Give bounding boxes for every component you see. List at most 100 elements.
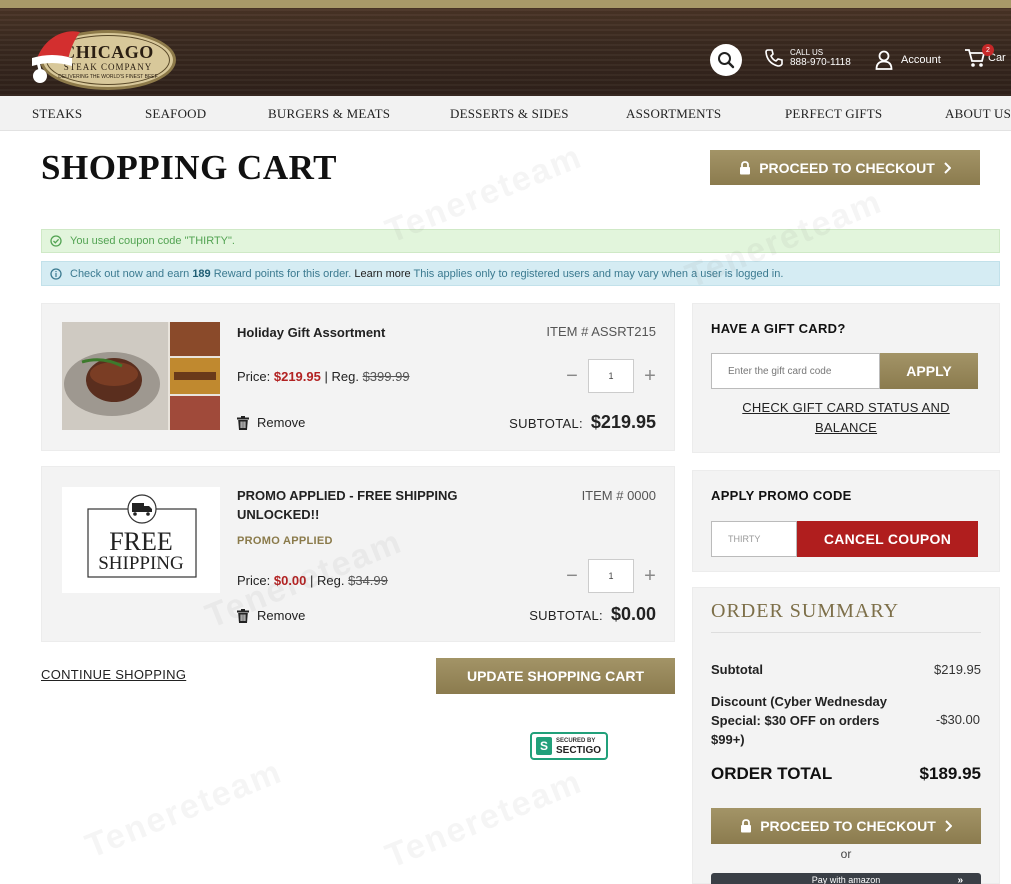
amazon-pay-button[interactable]: Pay with amazon » [711, 873, 981, 884]
gift-card-heading: HAVE A GIFT CARD? [711, 321, 846, 336]
quantity-stepper: − 1 + [566, 359, 656, 393]
amazon-pay-label: Pay with amazon [811, 875, 881, 884]
summary-subtotal-row: Subtotal $219.95 [711, 662, 981, 677]
promo-applied-badge: PROMO APPLIED [237, 535, 333, 547]
sectigo-label: SECTIGO [556, 745, 602, 756]
summary-subtotal-value: $219.95 [934, 662, 981, 677]
promo-code-input[interactable]: THIRTY [711, 521, 797, 557]
product-image[interactable] [62, 322, 220, 430]
cart-link[interactable]: 2 Car [964, 44, 1006, 68]
product-name[interactable]: PROMO APPLIED - FREE SHIPPING UNLOCKED!! [237, 486, 497, 524]
coupon-success-alert: You used coupon code "THIRTY". [41, 229, 1000, 253]
item-subtotal: SUBTOTAL: $219.95 [509, 412, 656, 433]
search-button[interactable] [710, 44, 742, 76]
free-shipping-line2: SHIPPING [98, 553, 184, 574]
remove-label: Remove [257, 608, 306, 623]
nav-item-steaks[interactable]: STEAKS [32, 106, 82, 122]
watermark: Tenereteam [80, 752, 288, 866]
nav-item-seafood[interactable]: SEAFOOD [145, 106, 206, 122]
item-subtotal: SUBTOTAL: $0.00 [529, 604, 656, 625]
chevron-right-icon [944, 161, 951, 174]
discount-label: Discount (Cyber Wednesday Special: $30 O… [711, 694, 888, 747]
subtotal-value: $219.95 [590, 412, 656, 432]
trash-icon [237, 415, 249, 430]
watermark: Tenereteam [380, 762, 588, 876]
gift-card-panel: HAVE A GIFT CARD? Enter the gift card co… [692, 303, 1000, 453]
nav-item-assortments[interactable]: ASSORTMENTS [626, 106, 721, 122]
sale-price: $219.95 [273, 369, 321, 384]
order-total-row: ORDER TOTAL $189.95 [711, 764, 981, 784]
call-us-link[interactable]: CALL US 888-970-1118 [764, 48, 851, 68]
order-total-value: $189.95 [919, 764, 981, 783]
nav-item-desserts-sides[interactable]: DESSERTS & SIDES [450, 106, 569, 122]
checkout-bottom-label: PROCEED TO CHECKOUT [760, 818, 936, 834]
subtotal-value: $0.00 [610, 604, 656, 624]
remove-button[interactable]: Remove [237, 415, 305, 430]
search-icon [718, 52, 735, 69]
product-name[interactable]: Holiday Gift Assortment [237, 323, 385, 342]
gift-card-status-link[interactable]: CHECK GIFT CARD STATUS AND BALANCE [711, 398, 981, 438]
learn-more-link[interactable]: Learn more [354, 268, 410, 280]
nav-item-burgers-meats[interactable]: BURGERS & MEATS [268, 106, 390, 122]
gift-card-input[interactable]: Enter the gift card code [711, 353, 880, 389]
cart-count-badge: 2 [982, 44, 994, 56]
cart-item-holiday-gift-assortment: Holiday Gift Assortment ITEM # ASSRT215 … [41, 303, 675, 451]
proceed-to-checkout-bottom-button[interactable]: PROCEED TO CHECKOUT [711, 808, 981, 844]
price-line: Price: $219.95 | Reg. $399.99 [237, 369, 410, 384]
decrease-qty-button[interactable]: − [566, 565, 578, 588]
continue-shopping-link[interactable]: CONTINUE SHOPPING [41, 667, 186, 682]
sectigo-seal[interactable]: S SECURED BY SECTIGO [530, 732, 608, 760]
summary-divider [711, 632, 981, 633]
price-label: Price: [237, 369, 271, 384]
reward-points: 189 [192, 267, 211, 280]
quantity-input[interactable]: 1 [588, 359, 634, 393]
phone-number: 888-970-1118 [790, 57, 851, 68]
regular-price: $34.99 [348, 573, 388, 588]
info-mid: Reward points for this order. [213, 267, 352, 280]
order-summary-title: ORDER SUMMARY [711, 600, 900, 622]
price-line: Price: $0.00 | Reg. $34.99 [237, 573, 388, 588]
success-message: You used coupon code "THIRTY". [70, 235, 235, 247]
site-header: CHICAGO STEAK COMPANY DELIVERING THE WOR… [0, 8, 1011, 96]
item-sku: ITEM # 0000 [581, 488, 656, 503]
account-link[interactable]: Account [875, 50, 941, 70]
price-label: Price: [237, 573, 271, 588]
lock-icon [741, 819, 752, 833]
cart-item-free-shipping: FREE SHIPPING PROMO APPLIED - FREE SHIPP… [41, 466, 675, 642]
santa-hat-icon [32, 31, 80, 83]
check-circle-icon [50, 235, 62, 247]
remove-button[interactable]: Remove [237, 608, 305, 623]
phone-icon [765, 49, 783, 67]
quantity-stepper: − 1 + [566, 559, 656, 593]
remove-label: Remove [257, 415, 306, 430]
main-nav: STEAKS SEAFOOD BURGERS & MEATS DESSERTS … [0, 96, 1011, 131]
reg-label: | Reg. [324, 369, 359, 384]
promo-code-panel: APPLY PROMO CODE THIRTY CANCEL COUPON [692, 470, 1000, 572]
subtotal-label: SUBTOTAL: [529, 608, 603, 623]
info-prefix: Check out now and earn [70, 267, 190, 280]
page-title: SHOPPING CART [41, 148, 337, 187]
cancel-coupon-button[interactable]: CANCEL COUPON [797, 521, 978, 557]
increase-qty-button[interactable]: + [644, 365, 656, 388]
sale-price: $0.00 [273, 573, 307, 588]
decrease-qty-button[interactable]: − [566, 365, 578, 388]
nav-item-about-us[interactable]: ABOUT US [945, 106, 1011, 122]
discount-value: -$30.00 [935, 712, 980, 727]
apply-gift-card-button[interactable]: APPLY [880, 353, 978, 389]
increase-qty-button[interactable]: + [644, 565, 656, 588]
free-shipping-image[interactable]: FREE SHIPPING [62, 487, 220, 593]
reg-label: | Reg. [310, 573, 345, 588]
reward-points-alert: Check out now and earn 189 Reward points… [41, 261, 1000, 286]
sectigo-logo-icon: S [536, 737, 552, 755]
nav-item-perfect-gifts[interactable]: PERFECT GIFTS [785, 106, 882, 122]
user-icon [875, 50, 893, 70]
proceed-to-checkout-button[interactable]: PROCEED TO CHECKOUT [710, 150, 980, 185]
double-chevron-icon: » [957, 874, 963, 884]
promo-heading: APPLY PROMO CODE [711, 488, 852, 503]
info-icon [50, 267, 62, 280]
account-label: Account [901, 54, 941, 66]
update-shopping-cart-button[interactable]: UPDATE SHOPPING CART [436, 658, 675, 694]
item-sku: ITEM # ASSRT215 [546, 324, 656, 339]
subtotal-label: SUBTOTAL: [509, 416, 583, 431]
quantity-input[interactable]: 1 [588, 559, 634, 593]
